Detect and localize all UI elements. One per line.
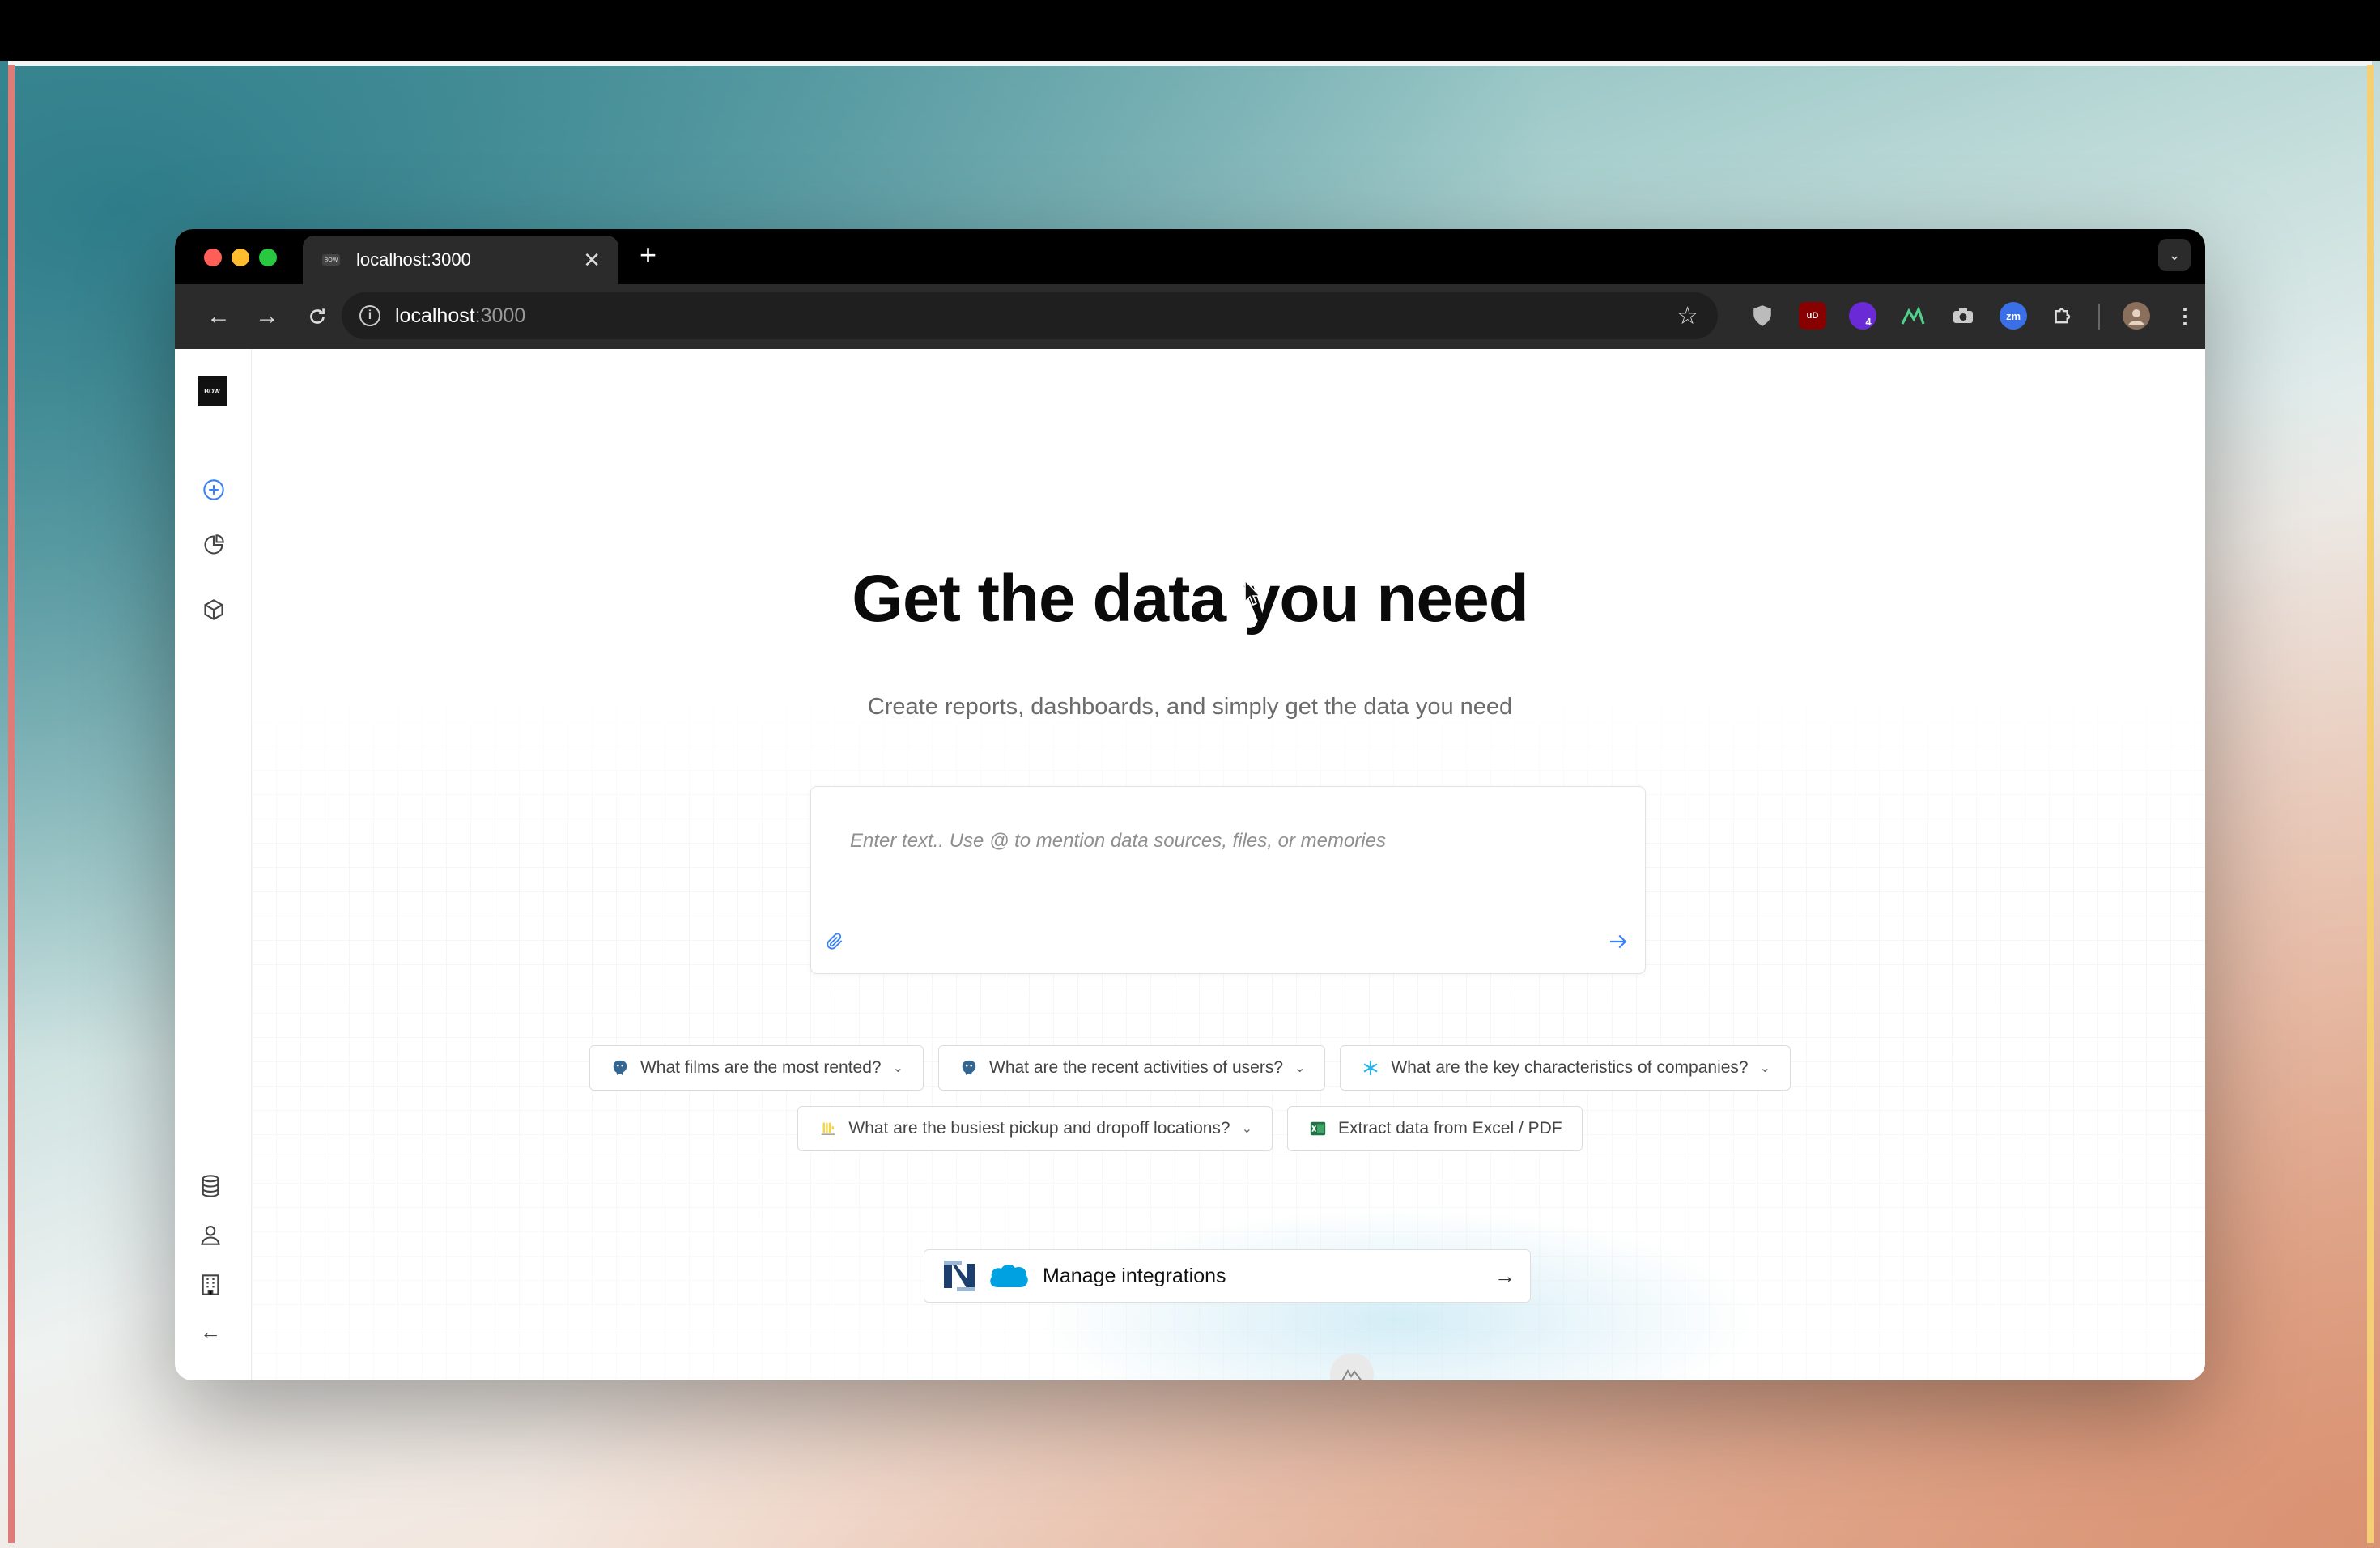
app-logo[interactable]: BOW bbox=[198, 376, 227, 406]
chevron-down-icon: ⌄ bbox=[1294, 1061, 1306, 1075]
maximize-window-button[interactable] bbox=[259, 249, 277, 266]
suggestion-label: What films are the most rented? bbox=[640, 1058, 882, 1077]
suggestion-label: What are the busiest pickup and dropoff … bbox=[848, 1119, 1230, 1138]
suggestion-chip[interactable]: What films are the most rented? ⌄ bbox=[589, 1045, 924, 1091]
collapse-sidebar-arrow-icon[interactable]: ← bbox=[196, 1317, 225, 1346]
browser-menu-icon[interactable]: ⋮ bbox=[2171, 302, 2199, 330]
camera-extension-icon[interactable] bbox=[1949, 302, 1977, 330]
screen-frame-top bbox=[8, 61, 2372, 66]
back-arrow-icon[interactable]: ← bbox=[201, 299, 236, 334]
address-port: :3000 bbox=[474, 304, 526, 327]
tab-favicon: BOW bbox=[322, 254, 340, 266]
data-sources-database-icon[interactable] bbox=[196, 1172, 225, 1201]
tab-title: localhost:3000 bbox=[356, 249, 471, 270]
close-window-button[interactable] bbox=[204, 249, 222, 266]
screen-frame-right bbox=[2367, 65, 2374, 1543]
dashboards-chart-icon[interactable] bbox=[199, 530, 228, 559]
badge-extension-icon[interactable]: 4 bbox=[1849, 302, 1876, 330]
arrow-right-icon: → bbox=[1494, 1263, 1515, 1288]
new-tab-button[interactable]: + bbox=[640, 240, 657, 270]
suggestion-label: What are the recent activities of users? bbox=[989, 1058, 1283, 1077]
suggestion-row-1: What films are the most rented? ⌄ What a… bbox=[175, 1045, 2205, 1091]
users-person-icon[interactable] bbox=[196, 1220, 225, 1249]
browser-toolbar: ← → i localhost:3000 ☆ uD 4 zm ⋮ bbox=[175, 284, 2205, 349]
manage-integrations-button[interactable]: Manage integrations → bbox=[924, 1249, 1531, 1303]
address-bar[interactable]: i localhost:3000 ☆ bbox=[342, 292, 1718, 339]
app-sidebar: BOW ← bbox=[175, 349, 252, 1380]
minimize-window-button[interactable] bbox=[232, 249, 249, 266]
postgres-icon bbox=[960, 1059, 978, 1077]
suggestion-chip[interactable]: Extract data from Excel / PDF bbox=[1287, 1106, 1583, 1151]
mouse-cursor-icon bbox=[1243, 578, 1261, 606]
zoom-extension-icon[interactable]: zm bbox=[2000, 302, 2027, 330]
manage-integrations-label: Manage integrations bbox=[1043, 1264, 1226, 1287]
page-title: Get the data you need bbox=[852, 562, 1529, 636]
chevron-down-icon: ⌄ bbox=[1241, 1122, 1253, 1136]
chevron-down-icon: ⌄ bbox=[1759, 1061, 1771, 1075]
excel-icon bbox=[1309, 1120, 1327, 1138]
tab-localhost[interactable]: BOW localhost:3000 ✕ bbox=[303, 236, 618, 284]
browser-window: BOW localhost:3000 ✕ + ⌄ ← → i localhost… bbox=[175, 229, 2205, 1380]
profile-avatar[interactable] bbox=[2123, 302, 2150, 330]
netsuite-icon bbox=[944, 1261, 976, 1291]
prompt-input[interactable] bbox=[848, 829, 1580, 853]
shield-extension-icon[interactable] bbox=[1749, 302, 1776, 330]
vue-extension-icon[interactable] bbox=[1899, 302, 1927, 330]
chevron-down-icon: ⌄ bbox=[892, 1061, 903, 1075]
reload-icon[interactable] bbox=[300, 299, 335, 334]
organization-building-icon[interactable] bbox=[196, 1270, 225, 1299]
bookmark-star-icon[interactable]: ☆ bbox=[1677, 302, 1698, 330]
send-arrow-icon[interactable] bbox=[1606, 929, 1634, 957]
snowflake-icon bbox=[1362, 1059, 1379, 1077]
address-host: localhost bbox=[395, 304, 475, 327]
tab-search-chevron-icon[interactable]: ⌄ bbox=[2158, 239, 2191, 271]
window-controls bbox=[204, 249, 277, 266]
suggestion-chip[interactable]: What are the busiest pickup and dropoff … bbox=[797, 1106, 1273, 1151]
clickhouse-icon bbox=[819, 1120, 837, 1138]
extensions-puzzle-icon[interactable] bbox=[2050, 302, 2077, 330]
extension-badge-count: 4 bbox=[1865, 315, 1872, 328]
prompt-box bbox=[810, 786, 1646, 974]
page-subtitle: Create reports, dashboards, and simply g… bbox=[867, 694, 1513, 720]
suggestion-chip[interactable]: What are the key characteristics of comp… bbox=[1340, 1045, 1791, 1091]
new-report-plus-icon[interactable] bbox=[199, 475, 228, 504]
suggestion-row-2: What are the busiest pickup and dropoff … bbox=[175, 1106, 2205, 1151]
suggestion-chip[interactable]: What are the recent activities of users?… bbox=[938, 1045, 1326, 1091]
app-page: BOW ← Get the data you need Create repor… bbox=[175, 349, 2205, 1380]
tab-close-icon[interactable]: ✕ bbox=[583, 248, 601, 273]
toolbar-divider bbox=[2098, 304, 2100, 330]
postgres-icon bbox=[611, 1059, 629, 1077]
salesforce-cloud-icon bbox=[988, 1261, 1030, 1291]
suggestion-label: Extract data from Excel / PDF bbox=[1338, 1119, 1562, 1138]
screen-frame-left bbox=[8, 65, 15, 1543]
site-info-icon[interactable]: i bbox=[359, 305, 380, 326]
forward-arrow-icon[interactable]: → bbox=[249, 299, 285, 334]
suggestion-label: What are the key characteristics of comp… bbox=[1391, 1058, 1749, 1077]
ublock-extension-icon[interactable]: uD bbox=[1799, 302, 1826, 330]
attach-paperclip-icon[interactable] bbox=[824, 931, 848, 955]
tab-strip: BOW localhost:3000 ✕ + ⌄ bbox=[175, 229, 2205, 284]
